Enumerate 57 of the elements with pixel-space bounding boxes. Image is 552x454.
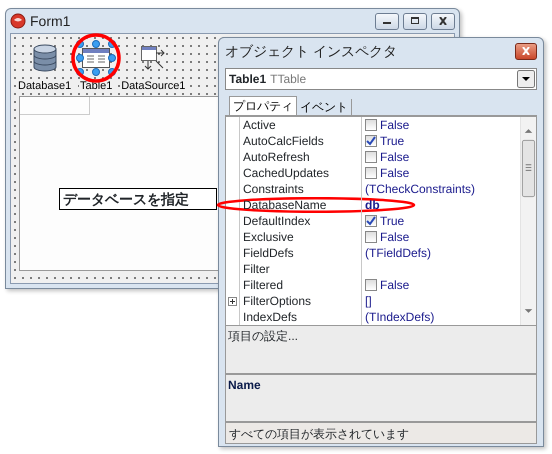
database-icon[interactable] [32,44,58,72]
property-name[interactable]: Exclusive [240,229,362,245]
checkbox[interactable] [365,167,377,179]
property-name[interactable]: IndexDefs [240,309,362,325]
checkbox[interactable] [365,231,377,243]
object-type: TTable [270,71,306,88]
window-title: Form1 [30,12,70,30]
property-name[interactable]: Filter [240,261,362,277]
checkbox[interactable] [365,119,377,131]
property-name[interactable]: FieldDefs [240,245,362,261]
object-name: Table1 [229,71,266,88]
table-icon[interactable] [81,46,112,70]
description-text: 項目の設定... [228,329,298,343]
property-value[interactable]: False [380,229,410,245]
property-value[interactable]: False [380,117,410,133]
checkbox[interactable] [365,215,377,227]
property-value[interactable]: True [380,133,404,149]
object-selector[interactable]: Table1 TTable [225,68,537,90]
property-value[interactable]: (TIndexDefs) [365,309,434,325]
checkbox[interactable] [365,151,377,163]
property-value[interactable]: False [380,277,410,293]
property-value[interactable]: db [365,197,380,213]
checkbox[interactable] [365,135,377,147]
expand-icon[interactable] [228,296,237,306]
selection-handles[interactable] [76,40,116,76]
form-label: データベースを指定 [59,188,217,210]
property-name[interactable]: DefaultIndex [240,213,362,229]
property-name[interactable]: FilterOptions [240,293,362,309]
property-name[interactable]: AutoRefresh [240,149,362,165]
app-icon [10,13,26,29]
datasource-icon[interactable] [140,45,166,71]
property-value[interactable]: [] [365,293,372,309]
property-name[interactable]: CachedUpdates [240,165,362,181]
property-value[interactable]: False [380,165,410,181]
property-value[interactable]: (TFieldDefs) [365,245,432,261]
maximize-button[interactable] [403,12,427,30]
tab[interactable]: プロパティ [229,96,297,115]
property-value[interactable]: (TCheckConstraints) [365,181,476,197]
property-name[interactable]: DatabaseName [240,197,362,213]
property-value[interactable]: False [380,149,410,165]
help-title: Name [228,378,261,392]
status-text: すべての項目が表示されています [229,427,409,441]
property-name[interactable]: Constraints [240,181,362,197]
minimize-button[interactable] [375,12,399,30]
close-button[interactable] [431,12,455,30]
close-button[interactable] [515,42,537,60]
checkbox[interactable] [365,279,377,291]
property-name[interactable]: AutoCalcFields [240,133,362,149]
close-icon [521,47,531,55]
property-name[interactable]: Active [240,117,362,133]
tab[interactable]: イベント [297,99,352,115]
close-icon [438,17,448,25]
property-value[interactable]: True [380,213,404,229]
property-name[interactable]: Filtered [240,277,362,293]
maximize-icon [410,17,420,25]
scrollbar[interactable] [520,117,536,325]
window-title: オブジェクト インスペクタ [225,42,397,60]
